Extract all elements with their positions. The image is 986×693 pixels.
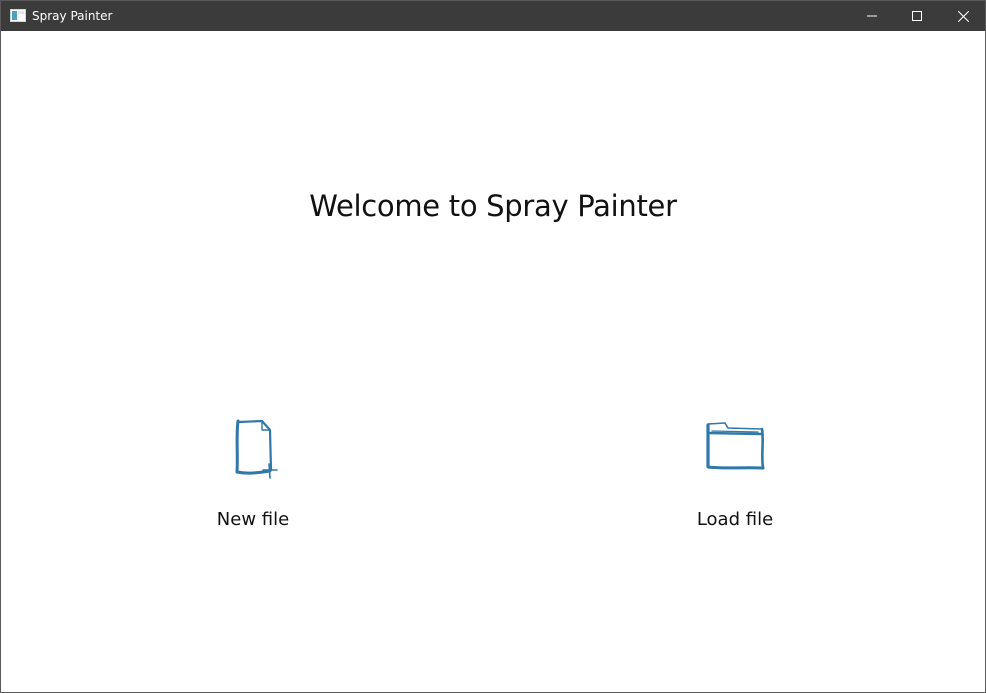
folder-icon (706, 422, 765, 470)
app-window: Spray Painter Welcome to Spray Painter N… (0, 0, 986, 693)
maximize-button[interactable] (894, 1, 940, 31)
window-title: Spray Painter (32, 9, 113, 23)
new-file-label: New file (216, 509, 290, 530)
minimize-button[interactable] (849, 1, 895, 31)
close-icon (957, 10, 969, 22)
title-bar[interactable]: Spray Painter (1, 1, 985, 31)
main-content: Welcome to Spray Painter New file Load f… (1, 31, 985, 692)
load-file-label: Load file (696, 509, 774, 530)
welcome-heading: Welcome to Spray Painter (309, 189, 677, 223)
load-file-button[interactable]: Load file (655, 416, 815, 536)
maximize-icon (912, 11, 922, 21)
app-icon (10, 9, 26, 22)
close-button[interactable] (940, 1, 985, 31)
minimize-icon (867, 15, 877, 17)
new-file-icon (235, 419, 278, 479)
new-file-button[interactable]: New file (173, 416, 333, 536)
